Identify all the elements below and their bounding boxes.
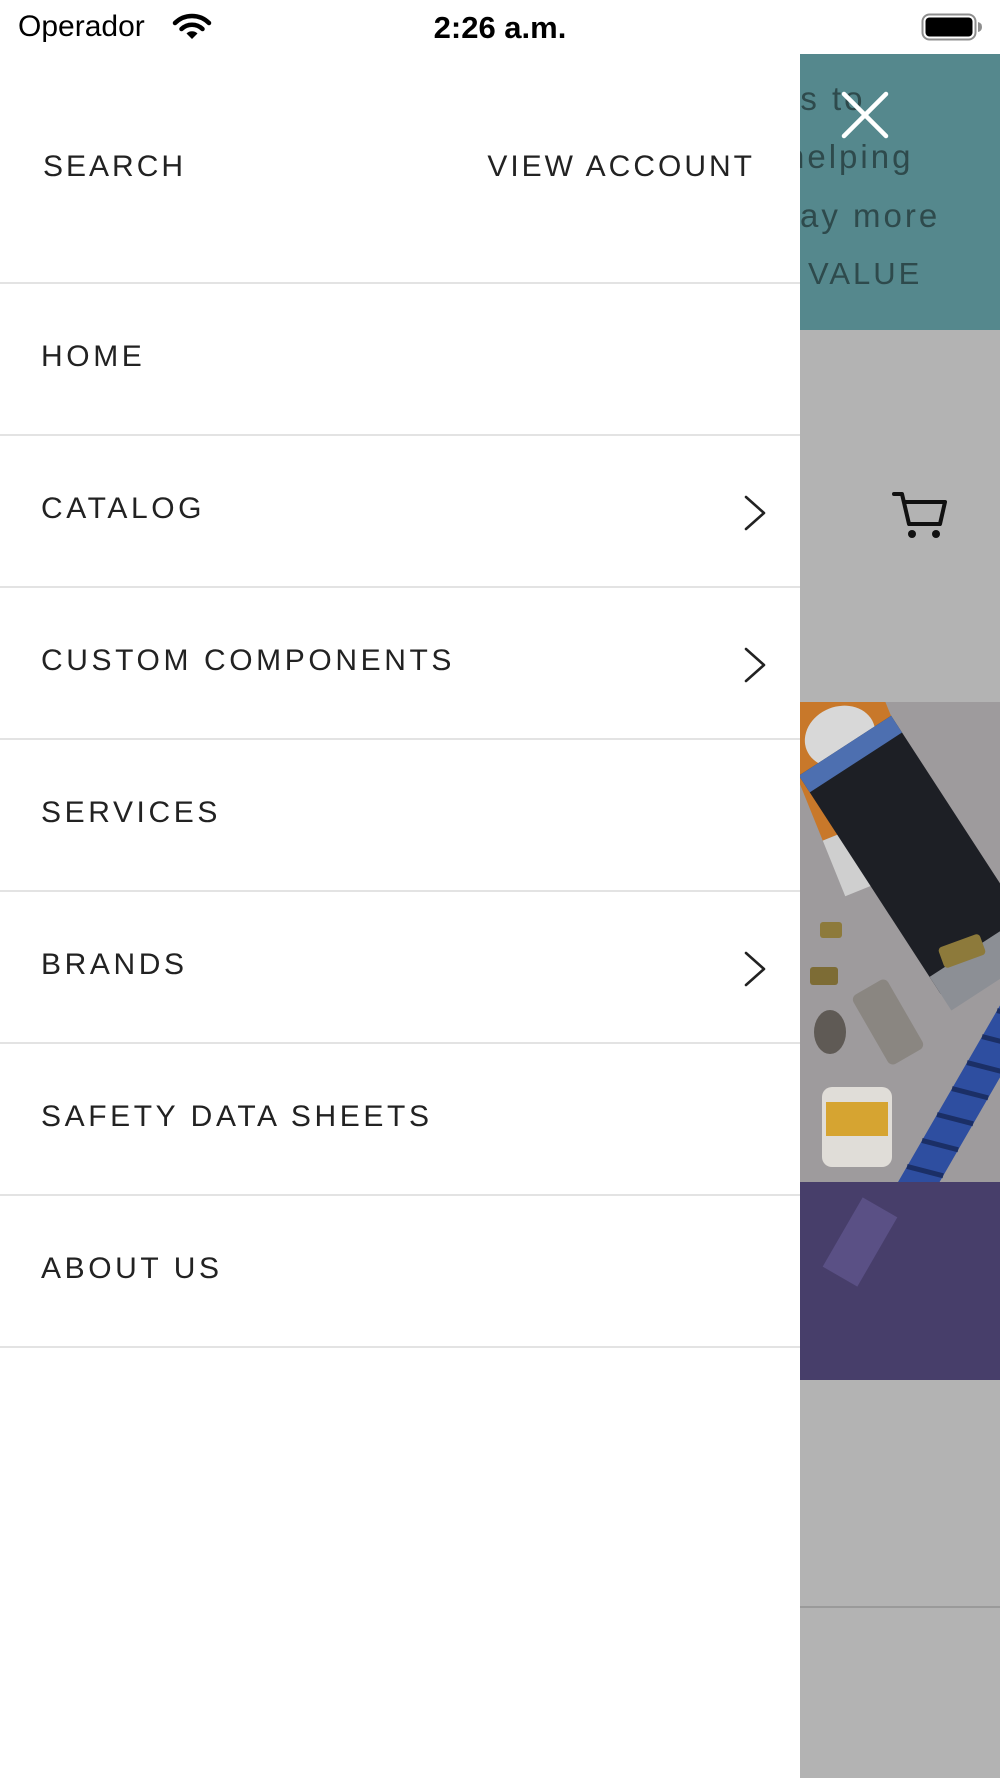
menu-item-label: CUSTOM COMPONENTS xyxy=(41,644,455,677)
menu-item-label: HOME xyxy=(41,340,146,373)
navigation-drawer: SEARCH VIEW ACCOUNT HOME CATALOG CUSTOM … xyxy=(0,54,800,1778)
menu-item-brands[interactable]: BRANDS xyxy=(0,892,800,1044)
chevron-right-icon xyxy=(744,495,766,531)
cart-icon[interactable] xyxy=(890,484,950,544)
menu-item-label: BRANDS xyxy=(41,948,188,981)
banner-text-line: ay more xyxy=(800,197,941,234)
menu-item-home[interactable]: HOME xyxy=(0,284,800,436)
menu-item-custom-components[interactable]: CUSTOM COMPONENTS xyxy=(0,588,800,740)
menu-item-catalog[interactable]: CATALOG xyxy=(0,436,800,588)
menu-item-label: ABOUT US xyxy=(41,1252,223,1285)
menu-item-label: CATALOG xyxy=(41,492,206,525)
menu-item-safety-data-sheets[interactable]: SAFETY DATA SHEETS xyxy=(0,1044,800,1196)
content-divider xyxy=(800,1606,1000,1608)
clock-time: 2:26 a.m. xyxy=(433,10,567,45)
search-link[interactable]: SEARCH xyxy=(43,150,186,184)
menu-item-label: SERVICES xyxy=(41,796,221,829)
drawer-menu: HOME CATALOG CUSTOM COMPONENTS SERVICES … xyxy=(0,282,800,1348)
menu-item-services[interactable]: SERVICES xyxy=(0,740,800,892)
battery-icon xyxy=(921,13,983,41)
view-account-link[interactable]: VIEW ACCOUNT xyxy=(487,150,755,184)
menu-item-about-us[interactable]: ABOUT US xyxy=(0,1196,800,1348)
chevron-right-icon xyxy=(744,951,766,987)
banner-text-line: VALUE xyxy=(808,256,923,291)
chevron-right-icon xyxy=(744,647,766,683)
menu-item-label: SAFETY DATA SHEETS xyxy=(41,1100,433,1133)
status-bar: Operador 2:26 a.m. xyxy=(0,0,1000,54)
drawer-header: SEARCH VIEW ACCOUNT xyxy=(0,54,800,284)
close-icon[interactable] xyxy=(834,84,896,146)
